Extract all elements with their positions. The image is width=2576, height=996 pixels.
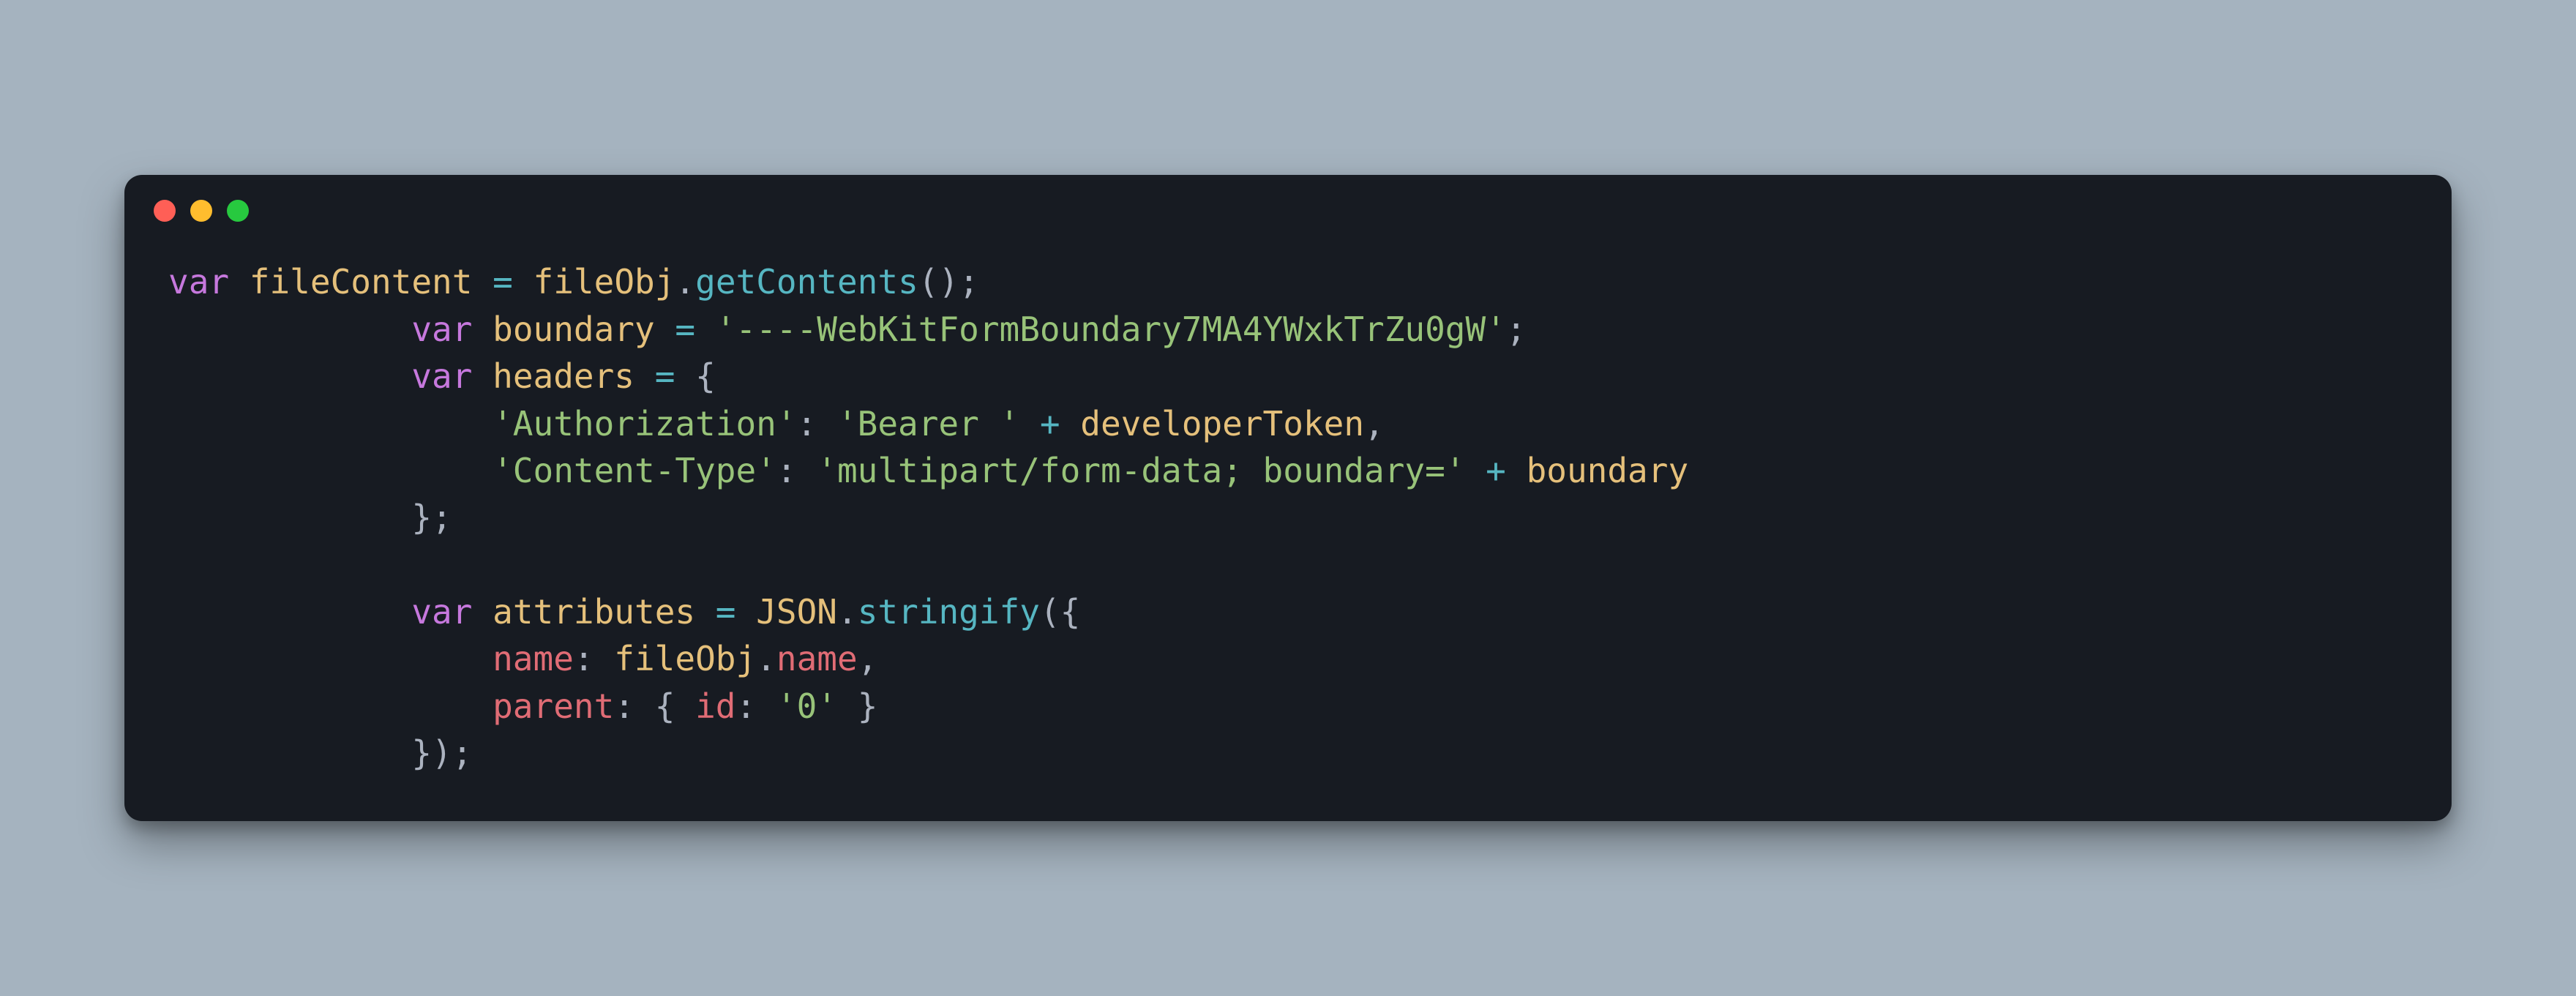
identifier: boundary	[1527, 451, 1689, 490]
punct-colon: :	[776, 451, 797, 490]
operator-plus: +	[1040, 404, 1060, 443]
code-line-11: });	[168, 733, 472, 773]
object-key: 'Authorization'	[493, 404, 796, 443]
punct-colon: :	[797, 404, 817, 443]
code-line-6: };	[168, 498, 452, 537]
object-key: id	[695, 686, 735, 726]
method-name: getContents	[695, 262, 918, 302]
identifier: JSON	[756, 592, 837, 632]
punct-call: ();	[918, 262, 979, 302]
punct-comma: ,	[858, 639, 878, 678]
punct-brace-close: }	[858, 686, 878, 726]
code-line-5: 'Content-Type': 'multipart/form-data; bo…	[168, 451, 1688, 490]
keyword-var: var	[168, 262, 229, 302]
operator-assign: =	[716, 592, 736, 632]
object-key: parent	[493, 686, 614, 726]
string-literal: 'Bearer '	[837, 404, 1019, 443]
punct-comma: ,	[1364, 404, 1385, 443]
punct-close: });	[411, 733, 472, 773]
string-literal: '0'	[776, 686, 837, 726]
keyword-var: var	[411, 356, 472, 396]
punct-dot: .	[675, 262, 695, 302]
code-line-2: var boundary = '----WebKitFormBoundary7M…	[168, 310, 1527, 349]
code-line-4: 'Authorization': 'Bearer ' + developerTo…	[168, 404, 1385, 443]
property: name	[776, 639, 858, 678]
punct-brace-open: {	[655, 686, 675, 726]
code-block: var fileContent = fileObj.getContents();…	[124, 229, 2452, 820]
operator-assign: =	[675, 310, 695, 349]
string-literal: '----WebKitFormBoundary7MA4YWxkTrZu0gW'	[716, 310, 1506, 349]
window-titlebar	[124, 175, 2452, 229]
identifier: fileObj	[614, 639, 756, 678]
identifier: attributes	[493, 592, 695, 632]
code-line-7-blank	[168, 545, 189, 585]
identifier: developerToken	[1080, 404, 1364, 443]
code-line-8: var attributes = JSON.stringify({	[168, 592, 1080, 632]
identifier: fileContent	[250, 262, 473, 302]
operator-assign: =	[655, 356, 675, 396]
identifier: headers	[493, 356, 634, 396]
keyword-var: var	[411, 310, 472, 349]
punct-colon: :	[614, 686, 634, 726]
keyword-var: var	[411, 592, 472, 632]
identifier: fileObj	[533, 262, 675, 302]
traffic-light-zoom-icon[interactable]	[227, 200, 249, 222]
operator-assign: =	[493, 262, 513, 302]
punct-semi: ;	[1506, 310, 1527, 349]
code-line-10: parent: { id: '0' }	[168, 686, 877, 726]
code-line-1: var fileContent = fileObj.getContents();	[168, 262, 979, 302]
string-literal: 'multipart/form-data; boundary='	[817, 451, 1465, 490]
traffic-light-minimize-icon[interactable]	[190, 200, 212, 222]
punct-dot: .	[837, 592, 858, 632]
punct-brace-close: };	[411, 498, 452, 537]
identifier: boundary	[493, 310, 655, 349]
punct-paren-open: ({	[1040, 592, 1080, 632]
traffic-light-close-icon[interactable]	[154, 200, 176, 222]
punct-brace-open: {	[695, 356, 716, 396]
code-line-9: name: fileObj.name,	[168, 639, 877, 678]
punct-colon: :	[735, 686, 756, 726]
object-key: name	[493, 639, 574, 678]
method-name: stringify	[858, 592, 1040, 632]
operator-plus: +	[1486, 451, 1506, 490]
punct-dot: .	[756, 639, 776, 678]
punct-colon: :	[574, 639, 594, 678]
code-line-3: var headers = {	[168, 356, 716, 396]
code-window: var fileContent = fileObj.getContents();…	[124, 175, 2452, 820]
object-key: 'Content-Type'	[493, 451, 776, 490]
